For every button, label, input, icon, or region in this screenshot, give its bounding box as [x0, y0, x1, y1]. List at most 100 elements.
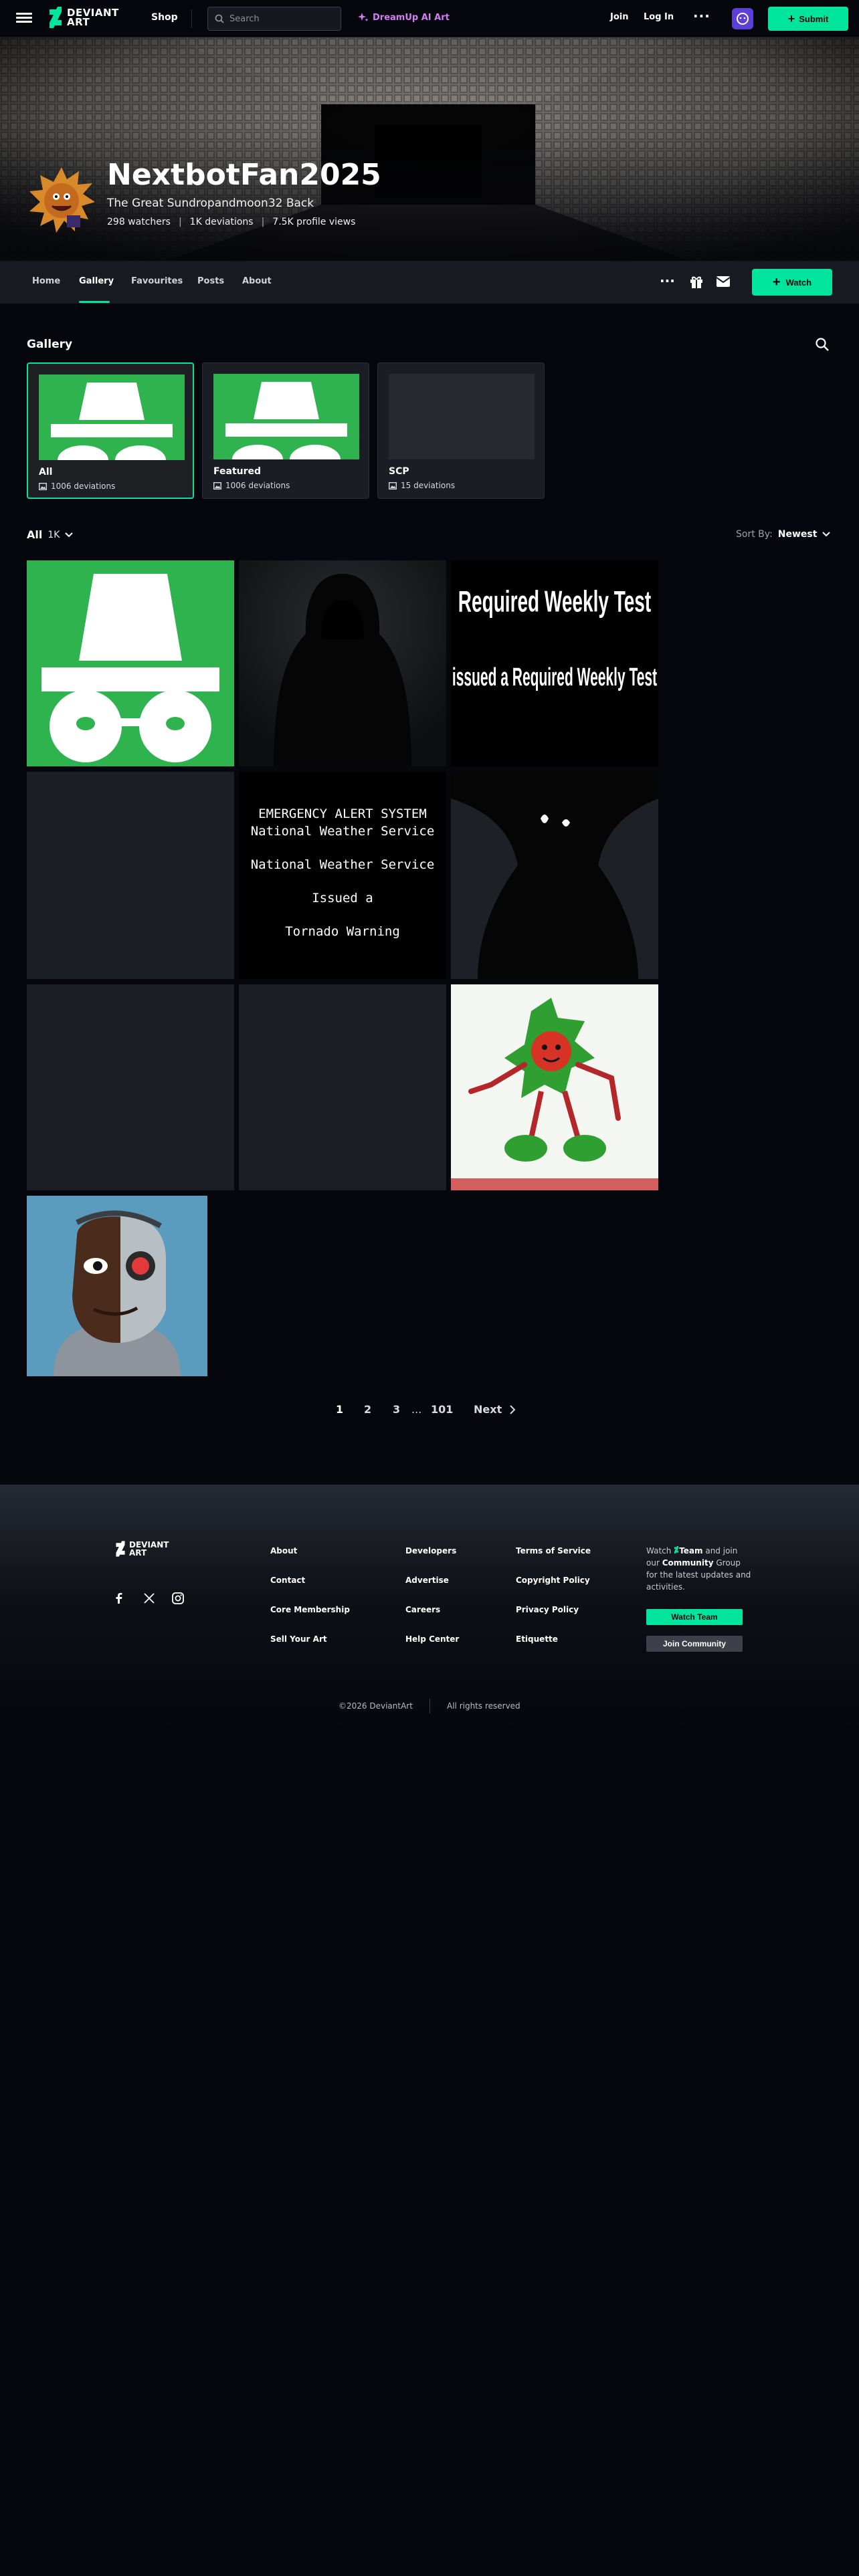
instagram-icon[interactable] [171, 1592, 185, 1605]
gallery-search-icon[interactable] [815, 337, 830, 352]
user-avatar-icon[interactable] [732, 8, 753, 29]
gallery-title: Gallery [27, 338, 73, 351]
hamburger-menu-icon[interactable] [16, 11, 32, 27]
chevron-right-icon [510, 1404, 516, 1414]
gift-icon[interactable] [689, 274, 704, 289]
more-options-icon[interactable]: ··· [660, 273, 675, 289]
next-label: Next [474, 1403, 502, 1416]
logo-text-art: ART [67, 16, 90, 28]
footer-link-etiquette[interactable]: Etiquette [516, 1634, 558, 1644]
footer-link-advertise[interactable]: Advertise [405, 1576, 449, 1585]
tab-gallery[interactable]: Gallery [79, 276, 114, 286]
deviation-required-weekly-test[interactable]: Required Weekly Test issued a Required W… [451, 560, 658, 766]
footer-link-sell-your-art[interactable]: Sell Your Art [270, 1634, 327, 1644]
sparkle-icon [358, 13, 369, 22]
footer-link-terms[interactable]: Terms of Service [516, 1546, 591, 1555]
empty-thumbnail [389, 374, 535, 459]
footer-link-developers[interactable]: Developers [405, 1546, 456, 1555]
folder-name: All [39, 467, 53, 477]
eas-line3: National Weather Service [250, 857, 435, 872]
cyborg-portrait-image [27, 1196, 207, 1376]
x-twitter-icon[interactable] [142, 1592, 156, 1605]
incognito-thumbnail [213, 374, 359, 459]
deviation-cyborg-portrait[interactable] [27, 1196, 207, 1376]
footer-link-about[interactable]: About [270, 1546, 297, 1555]
tab-posts[interactable]: Posts [197, 276, 224, 286]
deviation-placeholder[interactable] [27, 984, 234, 1190]
tab-favourites[interactable]: Favourites [131, 276, 183, 286]
chevron-down-icon [65, 532, 74, 537]
profile-username: NextbotFan2025 [107, 158, 381, 192]
footer-link-copyright-policy[interactable]: Copyright Policy [516, 1576, 590, 1585]
folder-all[interactable]: All 1006 deviations [27, 362, 194, 499]
filter-count: 1K [47, 529, 60, 540]
tab-about[interactable]: About [242, 276, 272, 286]
incognito-image [41, 574, 219, 762]
watch-button[interactable]: + Watch [752, 269, 832, 296]
watch-team-blurb: Watch Team and join our Community Group … [646, 1546, 751, 1592]
copyright-text: ©2026 DeviantArt [339, 1701, 413, 1711]
shop-link[interactable]: Shop [151, 12, 178, 23]
weekly-test-line2: issued a Required Weekly Test [452, 663, 658, 691]
deviantart-logo-icon [116, 1541, 125, 1557]
deviation-green-creature[interactable] [451, 984, 658, 1190]
deviation-shadow-creature[interactable] [451, 772, 658, 979]
profile-tagline: The Great Sundropandmoon32 Back [107, 197, 314, 210]
watch-label: Watch [785, 277, 812, 288]
page-1-button[interactable]: 1 [336, 1403, 343, 1416]
deviation-placeholder[interactable] [239, 984, 446, 1190]
submit-button[interactable]: + Submit [768, 7, 848, 31]
mail-icon[interactable] [716, 276, 731, 288]
footer-logo[interactable]: DEVIANT ART [115, 1541, 169, 1557]
deviation-hooded-figure[interactable] [239, 560, 446, 766]
logo-text-art: ART [129, 1548, 147, 1558]
sort-label: Sort By: [736, 529, 773, 540]
deviation-emergency-alert[interactable]: EMERGENCY ALERT SYSTEM National Weather … [239, 772, 446, 979]
page-2-button[interactable]: 2 [364, 1403, 371, 1416]
pagination-ellipsis: ... [411, 1403, 422, 1416]
watch-team-button[interactable]: Watch Team [646, 1609, 743, 1625]
search-input[interactable] [229, 13, 337, 24]
page-3-button[interactable]: 3 [393, 1403, 400, 1416]
footer-link-privacy-policy[interactable]: Privacy Policy [516, 1605, 579, 1614]
profile-avatar[interactable] [27, 165, 96, 234]
weekly-test-line1: Required Weekly Test [458, 584, 652, 618]
footer-link-careers[interactable]: Careers [405, 1605, 440, 1614]
more-options-icon[interactable]: ··· [693, 8, 710, 24]
footer-link-core-membership[interactable]: Core Membership [270, 1605, 350, 1614]
eas-line4: Issued a [312, 891, 373, 905]
folder-name: Featured [213, 466, 262, 477]
deviantart-logo[interactable]: DEVIANT ART [48, 7, 119, 28]
folder-featured[interactable]: Featured 1006 deviations [202, 362, 369, 499]
footer-link-contact[interactable]: Contact [270, 1576, 305, 1585]
divider: | [178, 217, 182, 227]
tab-home[interactable]: Home [32, 276, 60, 286]
deviations-count[interactable]: 1K deviations [190, 217, 254, 227]
page-last-button[interactable]: 101 [431, 1403, 453, 1416]
deviation-placeholder[interactable] [27, 772, 234, 979]
dreamup-link[interactable]: DreamUp AI Art [358, 12, 450, 23]
folder-scp[interactable]: SCP 15 deviations [377, 362, 545, 499]
folder-filter-dropdown[interactable]: All 1K [27, 528, 74, 541]
sort-dropdown[interactable]: Sort By: Newest [736, 529, 831, 540]
search-box[interactable] [207, 7, 341, 31]
sort-value: Newest [777, 529, 818, 540]
submit-label: Submit [799, 13, 829, 24]
deviation-incognito[interactable] [27, 560, 234, 766]
incognito-thumbnail [39, 374, 185, 460]
login-link[interactable]: Log In [644, 12, 674, 22]
pagination: 1 2 3 ... 101 Next [0, 1403, 859, 1423]
join-link[interactable]: Join [610, 12, 628, 22]
watchers-count[interactable]: 298 watchers [107, 217, 171, 227]
eas-line2: National Weather Service [250, 824, 435, 839]
hooded-figure-image [239, 560, 446, 766]
next-page-button[interactable]: Next [474, 1403, 516, 1416]
plus-icon: + [787, 12, 795, 25]
divider: | [261, 217, 265, 227]
profile-stats: 298 watchers | 1K deviations | 7.5K prof… [107, 217, 355, 227]
facebook-icon[interactable] [112, 1592, 126, 1605]
footer-link-help-center[interactable]: Help Center [405, 1634, 459, 1644]
image-icon [39, 482, 47, 490]
filter-label: All [27, 528, 43, 541]
join-community-button[interactable]: Join Community [646, 1636, 743, 1652]
